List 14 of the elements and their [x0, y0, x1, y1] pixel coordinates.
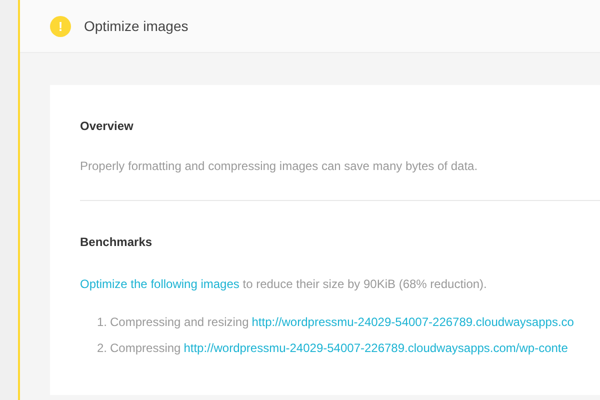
section-heading: Overview: [80, 119, 134, 133]
image-url-link[interactable]: http://wordpressmu-24029-54007-226789.cloudwaysapps.co: [252, 315, 574, 329]
optimize-link[interactable]: Optimize the following images: [80, 277, 240, 291]
reduction-text: to reduce their size by 90KiB (68% reduction).: [242, 277, 487, 291]
list-number: 1.: [97, 315, 108, 329]
section-heading: Benchmarks: [80, 235, 154, 249]
audit-title: Optimize images: [84, 18, 188, 34]
list-number: 2.: [97, 341, 108, 355]
warning-icon: !: [50, 16, 71, 36]
image-url-link[interactable]: http://wordpressmu-24029-54007-226789.cloudwaysapps.com/wp-conte: [184, 341, 568, 355]
audit-header[interactable]: ! Optimize images: [20, 0, 600, 53]
item-action: Compressing and resizing: [110, 315, 249, 329]
overview-text: Properly formatting and compressing images can save many bytes of data.: [80, 159, 479, 173]
item-action: Compressing: [110, 341, 181, 355]
